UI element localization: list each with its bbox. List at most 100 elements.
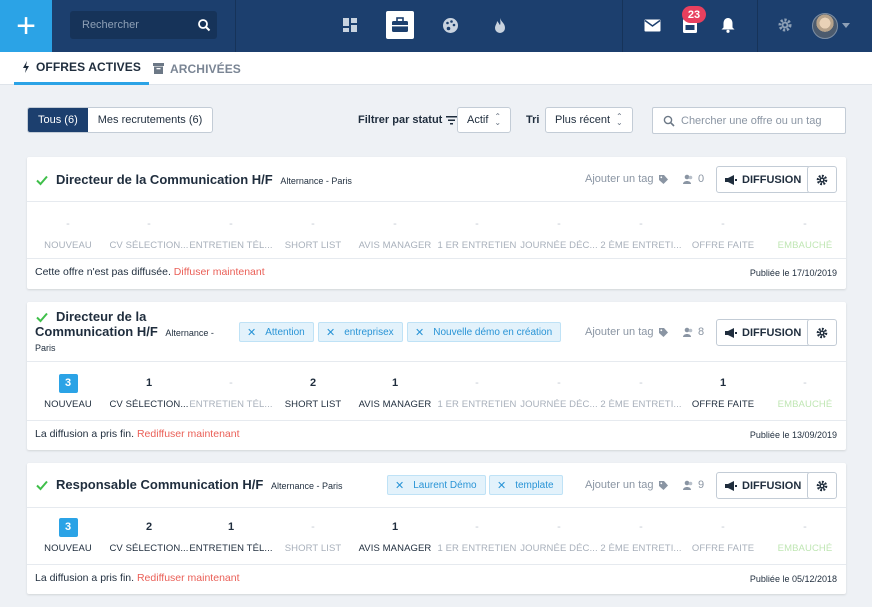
published-date: Publiée le 13/09/2019	[749, 430, 837, 440]
stage-1er-entretien[interactable]: - 1 ER ENTRETIEN	[436, 368, 518, 424]
stage-avis-manager[interactable]: - AVIS MANAGER	[354, 209, 436, 265]
stage-journee-decouverte[interactable]: - JOURNÉE DÉC...	[518, 368, 600, 424]
status-select[interactable]: Actif ⌃ ⌄	[457, 107, 512, 133]
chevron-down-icon[interactable]	[842, 23, 850, 29]
stage-count: -	[557, 377, 561, 389]
stage-count: -	[147, 218, 151, 230]
offer-search[interactable]	[652, 107, 846, 134]
stage-short-list[interactable]: 2 SHORT LIST	[272, 368, 354, 424]
add-tag-button[interactable]: Ajouter un tag	[585, 479, 668, 491]
stage-nouveau[interactable]: - NOUVEAU	[27, 209, 109, 265]
footer-status-text: Cette offre n'est pas diffusée.	[35, 266, 171, 278]
remove-tag-icon[interactable]: ✕	[395, 479, 404, 492]
remove-tag-icon[interactable]: ✕	[415, 326, 424, 339]
stage-2eme-entretien[interactable]: - 2 ÈME ENTRETI...	[600, 209, 682, 265]
stage-count: -	[557, 521, 561, 533]
gear-icon[interactable]	[771, 11, 799, 39]
stage-journee-decouverte[interactable]: - JOURNÉE DÉC...	[518, 209, 600, 265]
divider	[27, 201, 846, 202]
stage-offre-faite[interactable]: - OFFRE FAITE	[682, 209, 764, 265]
stage-count: 1	[391, 521, 399, 533]
stage-count: 3	[27, 517, 109, 537]
stage-short-list[interactable]: - SHORT LIST	[272, 512, 354, 568]
search-icon[interactable]	[197, 18, 211, 32]
stage-entretien-tel[interactable]: - ENTRETIEN TÉL...	[189, 368, 272, 424]
offer-title[interactable]: Directeur de la	[56, 309, 146, 324]
rediffuse-now-link[interactable]: Rediffuser maintenant	[137, 428, 240, 440]
mail-icon[interactable]	[638, 11, 666, 39]
tag-label: Laurent Démo	[413, 479, 477, 491]
diffusion-button[interactable]: DIFFUSION	[716, 472, 812, 499]
stage-entretien-tel[interactable]: - ENTRETIEN TÉL...	[189, 209, 272, 265]
filter-all-button[interactable]: Tous (6)	[28, 108, 88, 132]
offer-footer: Cette offre n'est pas diffusée. Diffuser…	[35, 266, 265, 278]
offer-settings-button[interactable]	[807, 472, 837, 499]
stage-count: -	[803, 218, 807, 230]
palette-icon[interactable]	[436, 11, 464, 39]
bell-icon[interactable]	[714, 11, 742, 39]
stage-count: -	[721, 218, 725, 230]
stage-nouveau[interactable]: 3 NOUVEAU	[27, 512, 109, 568]
gear-icon	[816, 174, 828, 185]
add-tag-button[interactable]: Ajouter un tag	[585, 173, 668, 185]
global-search-input[interactable]	[70, 11, 195, 39]
stage-avis-manager[interactable]: 1 AVIS MANAGER	[354, 368, 436, 424]
stage-entretien-tel[interactable]: 1 ENTRETIEN TÉL...	[189, 512, 272, 568]
stage-label: 1 ER ENTRETIEN	[437, 240, 517, 251]
offer-title-continued[interactable]: Communication H/F Alternance -	[35, 324, 214, 339]
stage-embauche[interactable]: - EMBAUCHÉ	[764, 368, 846, 424]
add-tag-button[interactable]: Ajouter un tag	[585, 326, 668, 338]
avatar[interactable]	[812, 13, 838, 39]
stage-1er-entretien[interactable]: - 1 ER ENTRETIEN	[436, 209, 518, 265]
stage-cv-selection[interactable]: 2 CV SÉLECTION...	[108, 512, 190, 568]
remove-tag-icon[interactable]: ✕	[247, 326, 256, 339]
stage-label: JOURNÉE DÉC...	[520, 240, 598, 251]
stage-1er-entretien[interactable]: - 1 ER ENTRETIEN	[436, 512, 518, 568]
stage-2eme-entretien[interactable]: - 2 ÈME ENTRETI...	[600, 512, 682, 568]
offer-settings-button[interactable]	[807, 319, 837, 346]
offer-title[interactable]: Directeur de la Communication H/F Altern…	[56, 172, 352, 187]
rediffuse-now-link[interactable]: Rediffuser maintenant	[137, 572, 240, 584]
stage-offre-faite[interactable]: - OFFRE FAITE	[682, 512, 764, 568]
tab-active-offers[interactable]: OFFRES ACTIVES	[14, 52, 149, 85]
tag-label: entreprisex	[344, 326, 394, 338]
briefcase-icon[interactable]	[386, 11, 414, 39]
tab-archived[interactable]: ARCHIVÉES	[145, 52, 249, 85]
candidate-count: 8	[683, 326, 704, 338]
stage-cv-selection[interactable]: 1 CV SÉLECTION...	[108, 368, 190, 424]
dashboard-icon[interactable]	[336, 11, 364, 39]
megaphone-icon	[725, 174, 737, 185]
global-search[interactable]	[70, 11, 217, 39]
status-filter-label: Filtrer par statut	[358, 114, 458, 126]
stage-embauche[interactable]: - EMBAUCHÉ	[764, 512, 846, 568]
stage-offre-faite[interactable]: 1 OFFRE FAITE	[682, 368, 764, 424]
stage-nouveau[interactable]: 3 NOUVEAU	[27, 368, 109, 424]
stage-count-highlight: 3	[58, 373, 78, 393]
stage-label: AVIS MANAGER	[358, 240, 432, 251]
create-button[interactable]: +	[0, 0, 52, 52]
tag-label: Nouvelle démo en création	[433, 326, 553, 338]
status-filter-text: Filtrer par statut	[358, 114, 443, 126]
stage-embauche[interactable]: - EMBAUCHÉ	[764, 209, 846, 265]
pipeline: 3 NOUVEAU 2 CV SÉLECTION... 1 ENTRETIEN TÉL…	[27, 512, 846, 568]
diffusion-button[interactable]: DIFFUSION	[716, 166, 812, 193]
fire-icon[interactable]	[486, 11, 514, 39]
stage-journee-decouverte[interactable]: - JOURNÉE DÉC...	[518, 512, 600, 568]
stage-avis-manager[interactable]: 1 AVIS MANAGER	[354, 512, 436, 568]
stage-2eme-entretien[interactable]: - 2 ÈME ENTRETI...	[600, 368, 682, 424]
offer-settings-button[interactable]	[807, 166, 837, 193]
sort-select[interactable]: Plus récent ⌃ ⌄	[545, 107, 633, 133]
offer-meta: Alternance - Paris	[270, 481, 343, 491]
diffuse-now-link[interactable]: Diffuser maintenant	[174, 266, 265, 278]
offer-search-input[interactable]	[681, 108, 841, 133]
stage-count: 3	[27, 373, 109, 393]
stage-cv-selection[interactable]: - CV SÉLECTION...	[108, 209, 190, 265]
filter-my-recruitments-button[interactable]: Mes recrutements (6)	[88, 108, 213, 132]
offer-title[interactable]: Responsable Communication H/F Alternance…	[56, 477, 342, 492]
stage-count: 1	[227, 521, 235, 533]
remove-tag-icon[interactable]: ✕	[497, 479, 506, 492]
diffusion-button[interactable]: DIFFUSION	[716, 319, 812, 346]
remove-tag-icon[interactable]: ✕	[326, 326, 335, 339]
divider	[757, 0, 758, 52]
stage-short-list[interactable]: - SHORT LIST	[272, 209, 354, 265]
